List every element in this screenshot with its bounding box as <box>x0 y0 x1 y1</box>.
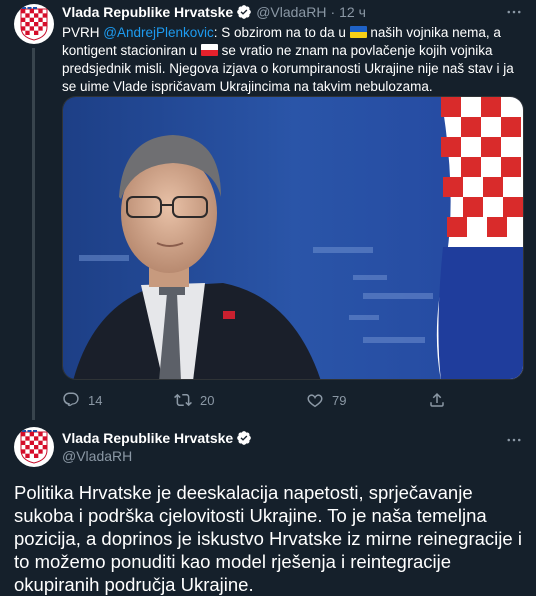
reply-button[interactable]: 14 <box>62 391 102 409</box>
retweet-button[interactable]: 20 <box>174 391 214 409</box>
tweet-header: Vlada Republike Hrvatske @VladaRH <box>62 429 252 465</box>
tweet-text: PVRH @AndrejPlenkovic: S obzirom na to d… <box>62 24 524 96</box>
like-button[interactable]: 79 <box>306 391 346 409</box>
share-button[interactable] <box>428 391 454 409</box>
retweet-count: 20 <box>200 392 215 408</box>
tweet-text-part: PVRH <box>62 25 104 40</box>
author-handle[interactable]: @VladaRH <box>256 4 326 20</box>
tweet-text: Politika Hrvatske je deeskalacija napeto… <box>14 482 522 595</box>
tweet-text-part: : S obzirom na to da u <box>213 25 350 40</box>
tweet-photo[interactable] <box>62 96 524 380</box>
more-options-button[interactable] <box>502 430 526 450</box>
author-name[interactable]: Vlada Republike Hrvatske <box>62 4 233 20</box>
author-handle[interactable]: @VladaRH <box>62 447 252 465</box>
thread-connector-line <box>32 48 35 420</box>
croatian-coat-of-arms-icon <box>20 430 48 464</box>
author-name[interactable]: Vlada Republike Hrvatske <box>62 429 233 447</box>
verified-badge-icon <box>236 4 252 20</box>
flag-ukraine-icon <box>349 26 367 38</box>
tweet[interactable]: Vlada Republike Hrvatske @VladaRH · 12 ч… <box>0 0 536 420</box>
heart-icon <box>307 394 323 408</box>
mention-link[interactable]: @AndrejPlenkovic <box>103 25 214 40</box>
tweet-actions: 14 20 79 <box>62 390 462 410</box>
like-count: 79 <box>332 392 347 408</box>
verified-badge-icon <box>236 430 252 446</box>
flag-poland-icon <box>200 44 218 56</box>
croatian-coat-of-arms-icon <box>20 7 48 41</box>
photo-image <box>63 97 523 379</box>
retweet-icon <box>174 393 192 407</box>
more-icon <box>507 438 521 442</box>
avatar[interactable] <box>14 427 54 467</box>
separator-dot: · <box>330 4 336 20</box>
reply-icon <box>63 392 79 407</box>
reply-count: 14 <box>88 392 103 408</box>
more-options-button[interactable] <box>502 2 526 22</box>
more-icon <box>507 10 521 14</box>
avatar[interactable] <box>14 4 54 44</box>
tweet-header: Vlada Republike Hrvatske @VladaRH · 12 ч <box>62 2 366 22</box>
tweet-timestamp[interactable]: 12 ч <box>339 4 366 20</box>
share-icon <box>430 392 444 407</box>
tweet[interactable]: Vlada Republike Hrvatske @VladaRH Politi… <box>0 418 536 595</box>
